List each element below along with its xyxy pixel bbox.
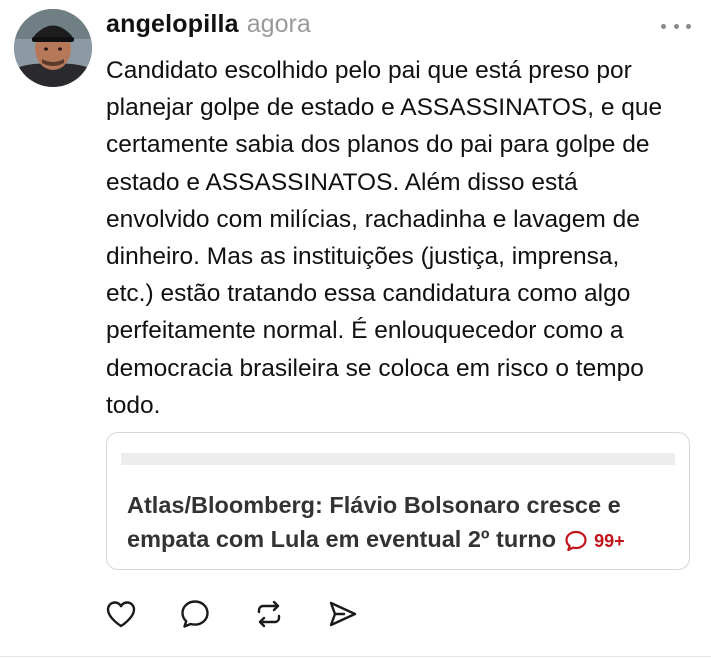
heart-icon (106, 601, 136, 628)
link-preview-title-line: empata com Lula em eventual 2º turno 99+ (127, 522, 687, 558)
post-header: angelopilla agora (106, 10, 311, 44)
comment-icon (181, 600, 209, 628)
more-options-button[interactable] (661, 14, 691, 38)
repost-button[interactable] (252, 597, 286, 631)
post: angelopilla agora Candidato escolhido pe… (0, 0, 711, 659)
more-dot-icon (686, 23, 691, 29)
username[interactable]: angelopilla (106, 10, 239, 39)
post-body-line: perfeitamente normal. É enlouquecedor co… (106, 317, 624, 345)
post-body-line: envolvido com milícias, rachadinha e lav… (106, 205, 640, 233)
avatar-image (14, 9, 92, 87)
timestamp: agora (246, 10, 311, 38)
post-body-line: certamente sabia dos planos do pai para … (106, 131, 650, 159)
post-body-line: todo. (106, 391, 161, 419)
more-dot-icon (661, 23, 666, 29)
post-body-line: Candidato escolhido pelo pai que está pr… (106, 57, 632, 84)
link-preview-title-text: empata com Lula em eventual 2º turno (127, 526, 557, 552)
avatar[interactable] (14, 9, 92, 87)
speech-bubble-icon (565, 530, 587, 551)
post-body-line: dinheiro. Mas as instituições (justiça, … (106, 243, 620, 271)
action-bar (104, 597, 400, 631)
link-preview-image (121, 453, 675, 465)
repost-icon (257, 600, 281, 628)
divider (0, 656, 711, 657)
share-button[interactable] (326, 597, 360, 631)
comment-count-badge[interactable]: 99+ (564, 524, 625, 558)
link-preview-title: Atlas/Bloomberg: Flávio Bolsonaro cresce… (127, 488, 687, 558)
post-body-line: planejar golpe de estado e ASSASSINATOS,… (106, 94, 663, 122)
more-dot-icon (673, 23, 679, 29)
comment-count: 99+ (594, 530, 625, 551)
post-body-line: democracia brasileira se coloca em risco… (106, 354, 644, 382)
post-body-line: etc.) estão tratando essa candidatura co… (106, 280, 631, 308)
like-button[interactable] (104, 597, 138, 631)
link-preview-title-line: Atlas/Bloomberg: Flávio Bolsonaro cresce… (127, 492, 621, 518)
post-body-line: estado e ASSASSINATOS. Além disso está (106, 168, 578, 196)
post-body: Candidato escolhido pelo pai que está pr… (106, 52, 706, 424)
send-icon (329, 601, 357, 627)
link-preview-card[interactable]: Atlas/Bloomberg: Flávio Bolsonaro cresce… (106, 432, 690, 570)
reply-button[interactable] (178, 597, 212, 631)
